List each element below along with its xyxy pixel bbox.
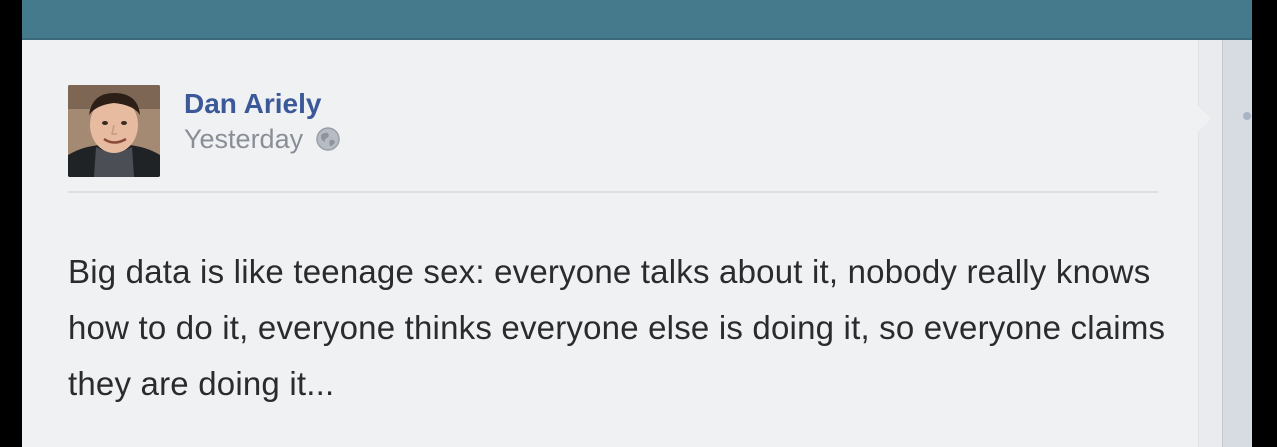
post-meta: Yesterday — [184, 124, 341, 154]
avatar-photo-icon — [68, 85, 160, 177]
author-name-link[interactable]: Dan Ariely — [184, 88, 341, 120]
header-divider — [68, 191, 1158, 193]
facebook-screen: Dan Ariely Yesterday Big data is like te… — [22, 0, 1252, 447]
right-side-panel — [1222, 40, 1252, 447]
card-pointer — [1198, 106, 1211, 132]
timeline-marker-dot — [1243, 112, 1251, 120]
globe-icon[interactable] — [315, 126, 341, 152]
post-timestamp-link[interactable]: Yesterday — [184, 124, 303, 154]
video-frame: Dan Ariely Yesterday Big data is like te… — [0, 0, 1277, 447]
post-header: Dan Ariely Yesterday — [184, 88, 341, 154]
post-card: Dan Ariely Yesterday Big data is like te… — [22, 40, 1199, 447]
post-body-text: Big data is like teenage sex: everyone t… — [68, 253, 1166, 402]
author-avatar[interactable] — [68, 85, 160, 177]
top-blue-bar — [22, 0, 1252, 40]
